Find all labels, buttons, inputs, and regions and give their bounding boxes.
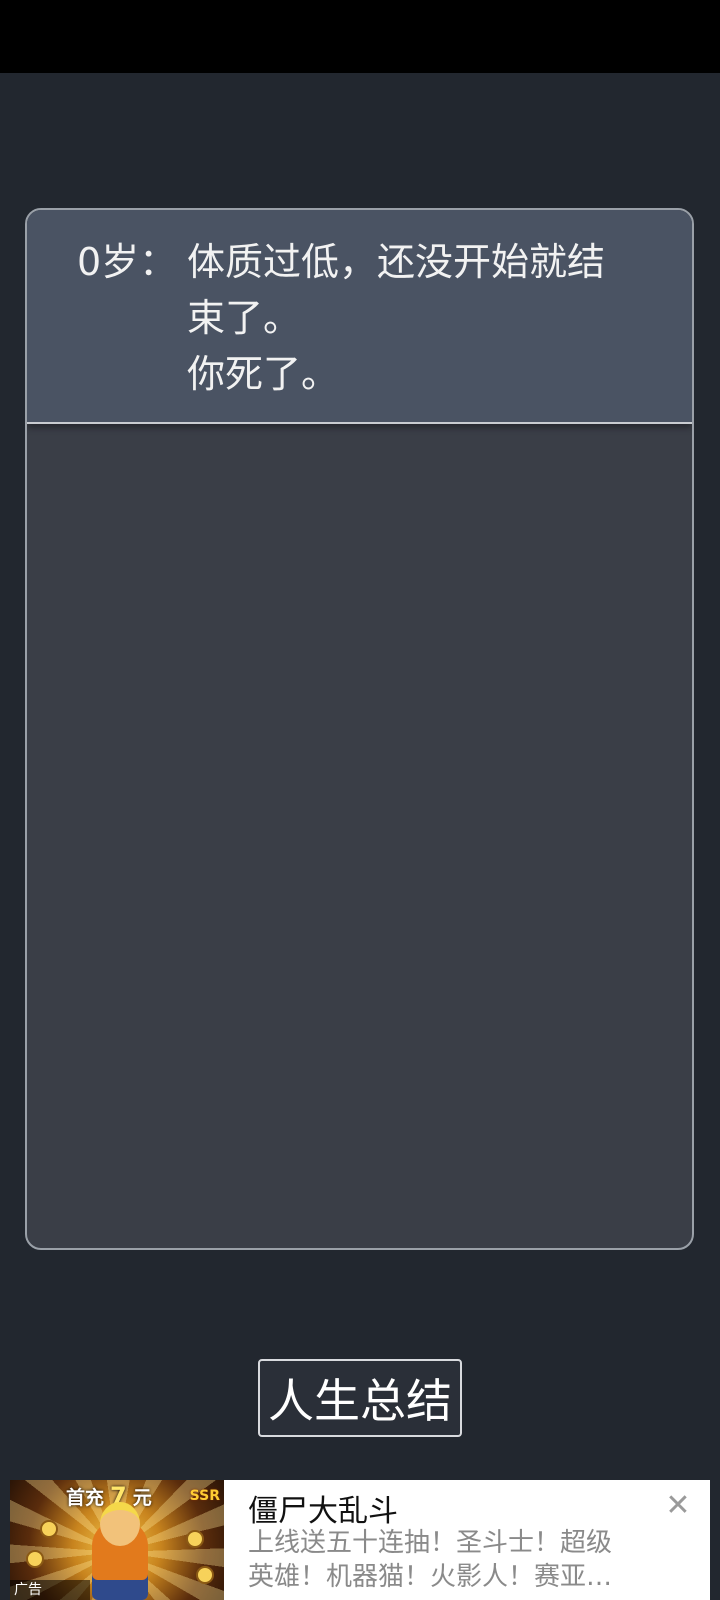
life-summary-button[interactable]: 人生总结 (258, 1359, 462, 1437)
ad-title[interactable]: 僵尸大乱斗 (248, 1486, 398, 1530)
entry-line: 你死了。 (187, 352, 340, 396)
coin-icon (186, 1530, 204, 1548)
entry-line: 束了。 (187, 296, 302, 340)
ad-description[interactable]: 上线送五十连抽！圣斗士！超级 英雄！机器猫！火影人！赛亚… (248, 1526, 658, 1594)
ad-description-line: 英雄！机器猫！火影人！赛亚… (248, 1562, 613, 1592)
ad-character-head (100, 1502, 140, 1546)
coin-icon (40, 1520, 58, 1538)
ad-banner[interactable]: 首充 7 元 SSR 广告 僵尸大乱斗 上线送五十连抽！圣斗士！超级 英雄！机器猫！… (10, 1480, 710, 1600)
log-entry: 0岁： 体质过低，还没开始就结 束了。 你死了。 (27, 210, 692, 424)
life-log-panel[interactable]: 0岁： 体质过低，还没开始就结 束了。 你死了。 (25, 208, 694, 1250)
ad-ssr-label: SSR (189, 1488, 220, 1504)
status-bar (0, 0, 720, 73)
ad-badge-label: 广告 (14, 1582, 42, 1598)
entry-line: 体质过低，还没开始就结 (187, 240, 606, 284)
close-icon[interactable]: ✕ (662, 1490, 694, 1522)
entry-age: 0岁： (77, 240, 178, 284)
ad-thumb-text: 首充 (66, 1487, 105, 1509)
coin-icon (26, 1550, 44, 1568)
ad-thumb-text: 元 (132, 1487, 152, 1509)
coin-icon (196, 1566, 214, 1584)
ad-thumbnail[interactable]: 首充 7 元 SSR 广告 (10, 1480, 224, 1600)
entry-text: 体质过低，还没开始就结 束了。 你死了。 (187, 234, 667, 402)
ad-description-line: 上线送五十连抽！圣斗士！超级 (248, 1528, 613, 1558)
